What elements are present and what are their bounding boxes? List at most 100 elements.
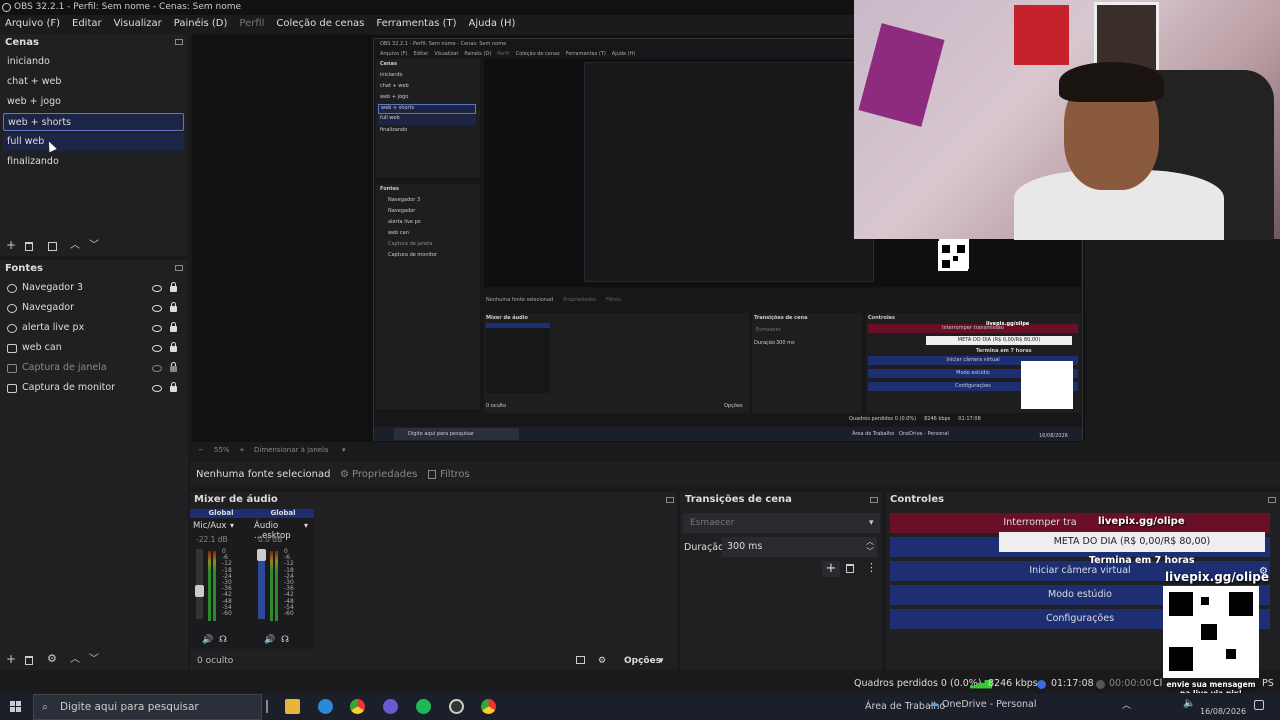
chrome-icon[interactable] xyxy=(350,699,365,714)
onedrive-label[interactable]: OneDrive - Personal xyxy=(942,699,1037,710)
globe-icon xyxy=(7,304,17,313)
headphones-icon[interactable]: ☊ xyxy=(219,635,227,645)
move-source-down-icon[interactable]: ﹀ xyxy=(89,654,99,666)
scene-item-chat-web[interactable]: chat + web xyxy=(3,73,184,91)
task-view-icon[interactable] xyxy=(266,700,268,713)
scene-item-full-web[interactable]: full web xyxy=(3,133,184,151)
undock-icon[interactable] xyxy=(175,39,183,45)
move-scene-up-icon[interactable]: ︿ xyxy=(70,240,80,252)
lock-icon[interactable] xyxy=(170,382,177,392)
chrome-icon[interactable] xyxy=(481,699,496,714)
layout-toggle-icon[interactable] xyxy=(576,656,585,664)
volume-fader[interactable] xyxy=(196,549,203,619)
windows-start-icon[interactable] xyxy=(10,701,21,712)
stop-streaming-button[interactable]: Interromper tra xyxy=(890,513,1270,533)
date-label[interactable]: 16/08/2026 xyxy=(1200,707,1246,716)
nested-source: Navegador xyxy=(388,208,416,214)
chevron-down-icon[interactable]: ▾ xyxy=(659,652,664,670)
mixer-title: Mixer de áudio xyxy=(194,494,278,505)
zoom-mode-select[interactable]: Dimensionar à janela xyxy=(254,443,328,457)
visibility-eye-icon[interactable] xyxy=(152,285,162,292)
zoom-out-icon[interactable]: − xyxy=(198,443,204,457)
chevron-down-icon[interactable]: ▾ xyxy=(304,521,308,530)
obs-icon[interactable] xyxy=(449,699,464,714)
spotify-icon[interactable] xyxy=(416,699,431,714)
taskbar-search[interactable]: ⌕ Digite aqui para pesquisar xyxy=(33,694,262,720)
menu-profile[interactable]: Perfil xyxy=(239,15,264,33)
menu-view[interactable]: Visualizar xyxy=(114,15,162,33)
undock-icon[interactable] xyxy=(175,265,183,271)
undock-icon[interactable] xyxy=(870,497,878,503)
visibility-eye-icon[interactable] xyxy=(152,345,162,352)
visibility-eye-icon[interactable] xyxy=(152,305,162,312)
channel-name[interactable]: Mic/Aux xyxy=(193,521,226,531)
lock-icon[interactable] xyxy=(170,302,177,312)
menu-tools[interactable]: Ferramentas (T) xyxy=(376,15,456,33)
scene-item-web-shorts[interactable]: web + shorts xyxy=(3,113,184,131)
chevron-down-icon[interactable]: ▾ xyxy=(342,443,346,457)
lock-icon[interactable] xyxy=(170,342,177,352)
lock-icon[interactable] xyxy=(170,282,177,292)
add-source-icon[interactable]: + xyxy=(6,653,16,665)
headphones-icon[interactable]: ☊ xyxy=(281,635,289,645)
undock-icon[interactable] xyxy=(1268,497,1276,503)
move-scene-down-icon[interactable]: ﹀ xyxy=(89,240,99,252)
fader-handle[interactable] xyxy=(195,585,204,597)
scene-item-finalizando[interactable]: finalizando xyxy=(3,153,184,171)
scene-item-web-jogo[interactable]: web + jogo xyxy=(3,93,184,111)
menu-edit[interactable]: Editar xyxy=(72,15,102,33)
transitions-title: Transições de cena xyxy=(685,494,792,505)
more-options-icon[interactable]: ⋮ xyxy=(866,561,877,574)
add-scene-icon[interactable]: + xyxy=(6,239,16,251)
zoom-in-icon[interactable]: + xyxy=(239,443,245,457)
visibility-hidden-icon[interactable] xyxy=(152,365,162,372)
remove-transition-icon[interactable] xyxy=(846,564,854,573)
chevron-down-icon[interactable]: ▾ xyxy=(230,521,234,530)
speaker-icon[interactable]: 🔊 xyxy=(264,635,275,645)
add-transition-icon[interactable]: + xyxy=(822,561,840,577)
source-item-navegador-3[interactable]: Navegador 3 xyxy=(7,279,182,297)
menu-docks[interactable]: Painéis (D) xyxy=(174,15,228,33)
stepper-down-icon[interactable]: ﹀ xyxy=(866,542,874,562)
options-button[interactable]: Opções xyxy=(624,652,661,670)
undock-icon[interactable] xyxy=(666,497,674,503)
menu-scene-collection[interactable]: Coleção de cenas xyxy=(276,15,364,33)
notification-icon[interactable] xyxy=(1254,700,1264,710)
speaker-icon[interactable]: 🔊 xyxy=(202,635,213,645)
properties-button[interactable]: Propriedades xyxy=(352,462,417,487)
source-label: Captura de janela xyxy=(22,362,107,373)
remove-source-icon[interactable] xyxy=(25,656,33,665)
menu-file[interactable]: Arquivo (F) xyxy=(5,15,60,33)
visibility-eye-icon[interactable] xyxy=(152,325,162,332)
transition-select[interactable]: Esmaecer ▾ xyxy=(683,513,880,533)
source-item-captura-de-monitor[interactable]: Captura de monitor xyxy=(7,379,182,397)
volume-icon[interactable]: 🔈 xyxy=(1183,698,1195,709)
file-explorer-icon[interactable] xyxy=(285,699,300,714)
lock-icon[interactable] xyxy=(170,362,177,372)
source-item-web-can[interactable]: web can xyxy=(7,339,182,357)
edge-icon[interactable] xyxy=(318,699,333,714)
filters-button[interactable]: Filtros xyxy=(440,462,470,487)
tray-chevron-up-icon[interactable]: ︿ xyxy=(1122,698,1131,711)
termina-label: Termina em 7 horas xyxy=(1089,555,1195,566)
move-source-up-icon[interactable]: ︿ xyxy=(70,654,80,666)
scene-item-iniciando[interactable]: iniciando xyxy=(3,53,184,71)
menu-help[interactable]: Ajuda (H) xyxy=(469,15,516,33)
nested-hidden-count: 0 oculto xyxy=(486,403,507,409)
nested-scene: full web xyxy=(378,115,476,125)
meter-scale: 0 -6 -12 -18 -24 -30 -36 -42 -48 -54 -60 xyxy=(222,548,232,617)
lock-icon[interactable] xyxy=(170,322,177,332)
duration-field[interactable]: 300 ms ︿ ﹀ xyxy=(722,537,877,557)
scene-filters-icon[interactable] xyxy=(48,242,57,251)
fader-handle[interactable] xyxy=(257,549,266,561)
source-item-navegador[interactable]: Navegador xyxy=(7,299,182,317)
advanced-audio-icon[interactable]: ⚙ xyxy=(598,652,606,670)
visibility-eye-icon[interactable] xyxy=(152,385,162,392)
source-item-alerta-live-px[interactable]: alerta live px xyxy=(7,319,182,337)
discord-icon[interactable] xyxy=(383,699,398,714)
nested-time: 01:17:08 xyxy=(958,416,981,422)
channel-badge: Global xyxy=(252,509,314,518)
source-properties-gear-icon[interactable]: ⚙ xyxy=(47,653,57,665)
source-item-captura-de-janela[interactable]: Captura de janela xyxy=(7,359,182,377)
remove-scene-icon[interactable] xyxy=(25,242,33,251)
